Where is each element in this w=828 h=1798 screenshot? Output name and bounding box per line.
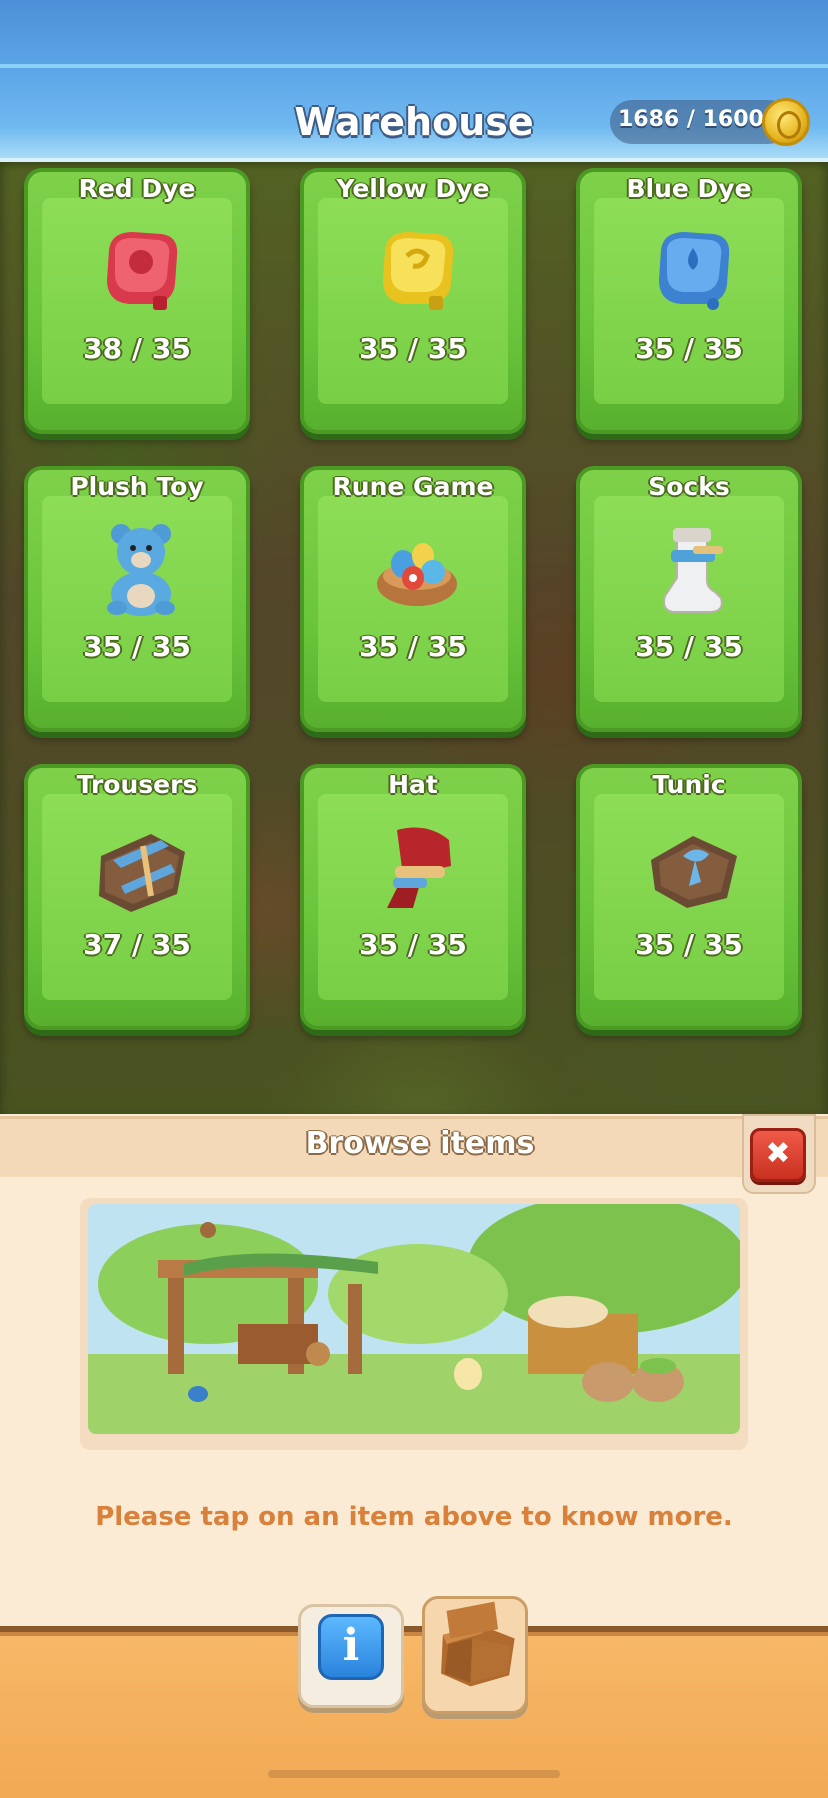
red-dye-icon: [107, 232, 178, 310]
item-card-yellow-dye[interactable]: Yellow Dye 35 / 35: [300, 168, 526, 434]
item-name: Hat: [388, 770, 438, 799]
item-count: 38 / 35: [83, 332, 191, 365]
yellow-dye-icon: [383, 232, 454, 310]
item-count: 35 / 35: [635, 630, 743, 663]
item-count: 35 / 35: [635, 928, 743, 961]
market-scene-illustration: [88, 1204, 740, 1434]
rune-game-icon: [377, 543, 457, 606]
hat-icon: [387, 827, 451, 908]
item-card-trousers[interactable]: Trousers 37 / 35: [24, 764, 250, 1030]
header-divider: [0, 64, 828, 68]
item-name: Trousers: [76, 770, 198, 799]
bottom-bar-trim: [0, 1632, 828, 1636]
teddy-bear-icon: [107, 524, 175, 616]
close-button[interactable]: ✖: [750, 1128, 806, 1182]
blue-dye-icon: [659, 232, 730, 310]
item-card-rune-game[interactable]: Rune Game 35 / 35: [300, 466, 526, 732]
coin-icon: [762, 98, 810, 146]
item-count: 35 / 35: [359, 630, 467, 663]
tunic-icon: [651, 836, 737, 908]
item-count: 35 / 35: [83, 630, 191, 663]
item-card-socks[interactable]: Socks 35 / 35: [576, 466, 802, 732]
trousers-icon: [99, 834, 185, 912]
item-card-blue-dye[interactable]: Blue Dye 35 / 35: [576, 168, 802, 434]
item-name: Rune Game: [332, 472, 494, 501]
item-card-tunic[interactable]: Tunic 35 / 35: [576, 764, 802, 1030]
item-name: Blue Dye: [626, 174, 752, 203]
item-name: Socks: [648, 472, 730, 501]
browse-panel-title: Browse items: [305, 1126, 535, 1161]
item-name: Plush Toy: [70, 472, 204, 501]
crate-icon: [441, 1601, 515, 1687]
sock-icon: [663, 527, 723, 613]
item-count: 35 / 35: [359, 928, 467, 961]
item-name: Tunic: [652, 770, 726, 799]
item-count: 35 / 35: [359, 332, 467, 365]
item-name: Red Dye: [78, 174, 196, 203]
item-count: 35 / 35: [635, 332, 743, 365]
info-icon[interactable]: i: [318, 1614, 384, 1680]
item-name: Yellow Dye: [336, 174, 490, 203]
capacity-text: 1686 / 16000: [618, 107, 780, 132]
item-card-plush-toy[interactable]: Plush Toy 35 / 35: [24, 466, 250, 732]
item-card-red-dye[interactable]: Red Dye 38 / 35: [24, 168, 250, 434]
hint-text: Please tap on an item above to know more…: [95, 1502, 733, 1532]
home-indicator: [268, 1770, 560, 1778]
item-card-hat[interactable]: Hat 35 / 35: [300, 764, 526, 1030]
item-count: 37 / 35: [83, 928, 191, 961]
